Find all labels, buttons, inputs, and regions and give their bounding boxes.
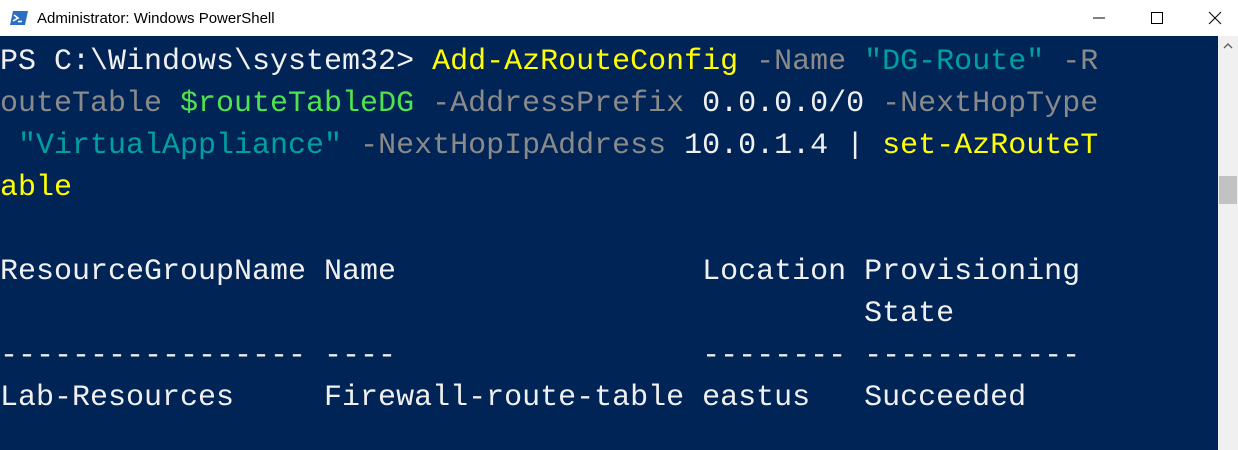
maximize-icon [1151,12,1163,24]
scroll-up-button[interactable] [1218,36,1238,56]
parameter: -AddressPrefix [414,87,703,121]
powershell-icon [10,11,28,25]
table-header-line-1: ResourceGroupName Name Location Provisio… [0,255,1081,289]
close-button[interactable] [1192,0,1238,36]
command-line-2: outeTable $routeTableDG -AddressPrefix 0… [0,83,1098,125]
ip-value: 10.0.1.4 [684,129,829,163]
vertical-scrollbar[interactable] [1218,36,1238,450]
variable: $routeTableDG [180,87,415,121]
chevron-up-icon [1223,43,1233,49]
command-line-3: "VirtualAppliance" -NextHopIpAddress 10.… [0,125,1098,167]
window-controls [1076,0,1238,36]
prompt: PS C:\Windows\system32> [0,45,433,79]
command-name: Add-AzRouteConfig [432,45,739,79]
pipe-operator: | [828,129,883,163]
close-icon [1208,11,1222,25]
scroll-thumb[interactable] [1219,176,1237,204]
command-name: able [0,171,73,205]
parameter: -R [1044,45,1099,79]
table-header-line-2: State [0,297,955,331]
command-line-4: able [0,167,72,209]
parameter: -NextHopType [864,87,1099,121]
parameter: -Name [738,45,865,79]
title-bar[interactable]: Administrator: Windows PowerShell [0,0,1238,36]
minimize-icon [1093,17,1105,19]
parameter: -NextHopIpAddress [342,129,685,163]
command-name: set-AzRouteT [882,129,1099,163]
address-value: 0.0.0.0/0 [702,87,865,121]
minimize-button[interactable] [1076,0,1122,36]
command-line-1: PS C:\Windows\system32> Add-AzRouteConfi… [0,41,1098,83]
string-value: "DG-Route" [864,45,1045,79]
powershell-window: Administrator: Windows PowerShell PS C:\… [0,0,1238,450]
string-value: "VirtualAppliance" [0,129,343,163]
maximize-button[interactable] [1134,0,1180,36]
parameter: outeTable [0,87,181,121]
table-separator: ----------------- ---- -------- --------… [0,339,1081,373]
window-title: Administrator: Windows PowerShell [37,9,275,27]
table-row: Lab-Resources Firewall-route-table eastu… [0,381,1027,415]
console-output[interactable]: PS C:\Windows\system32> Add-AzRouteConfi… [0,36,1218,450]
